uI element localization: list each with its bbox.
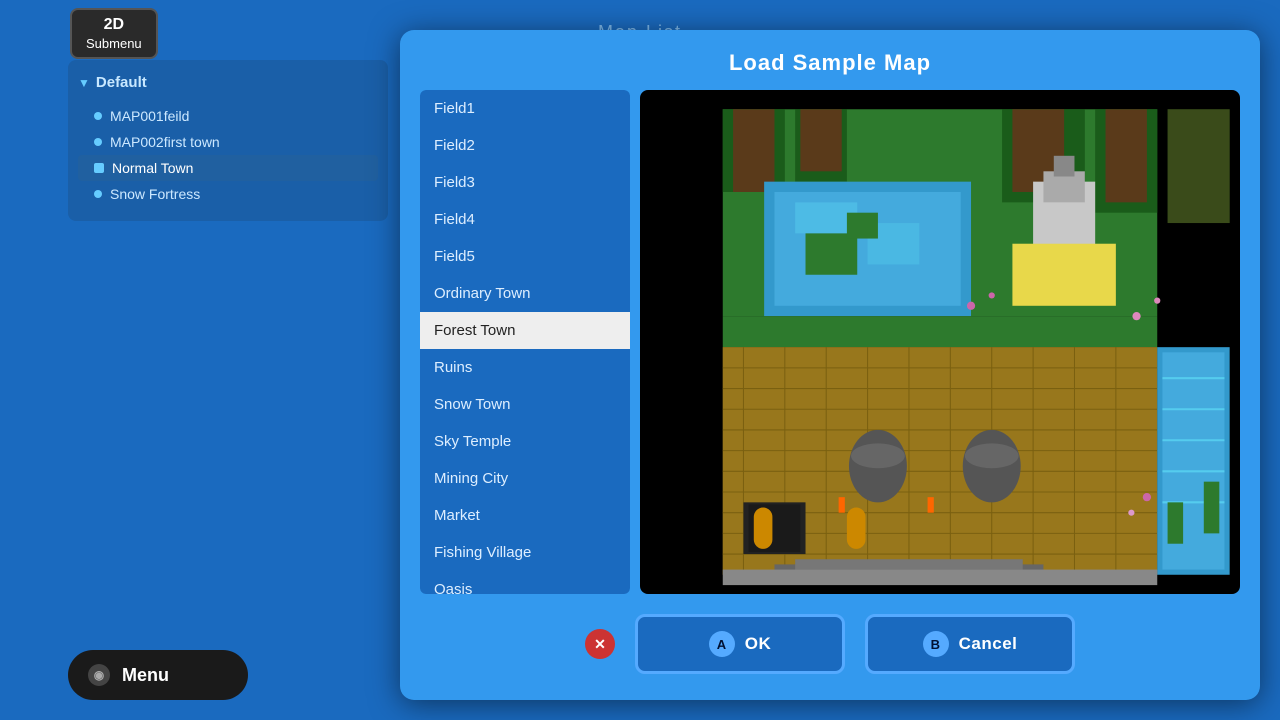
list-item-fishing-village[interactable]: Fishing Village (420, 534, 630, 571)
list-item-field5[interactable]: Field5 (420, 238, 630, 275)
sidebar: ▼ Default MAP001feild MAP002first town N… (68, 60, 388, 221)
list-item-ordinary-town[interactable]: Ordinary Town (420, 275, 630, 312)
2d-icon: 2D (104, 16, 124, 34)
list-item-market[interactable]: Market (420, 497, 630, 534)
bullet-icon (94, 112, 102, 120)
map-preview-svg (640, 90, 1240, 594)
modal-footer: ✕ A OK B Cancel (420, 608, 1240, 680)
load-sample-map-dialog: Load Sample Map Field1Field2Field3Field4… (400, 30, 1260, 700)
sidebar-item-snow-fortress[interactable]: Snow Fortress (78, 181, 378, 207)
map-preview-panel (640, 90, 1240, 594)
list-item-mining-city[interactable]: Mining City (420, 460, 630, 497)
sidebar-item-normal-town[interactable]: Normal Town (78, 155, 378, 181)
cancel-badge: B (923, 631, 949, 657)
square-icon (94, 163, 104, 173)
list-item-ruins[interactable]: Ruins (420, 349, 630, 386)
sidebar-item-label: Normal Town (112, 160, 193, 176)
menu-circle-icon: ◉ (88, 664, 110, 686)
list-item-field2[interactable]: Field2 (420, 127, 630, 164)
menu-label: Menu (122, 665, 169, 686)
modal-title: Load Sample Map (420, 50, 1240, 76)
list-item-snow-town[interactable]: Snow Town (420, 386, 630, 423)
bullet-icon (94, 138, 102, 146)
list-item-field4[interactable]: Field4 (420, 201, 630, 238)
ok-button[interactable]: A OK (635, 614, 845, 674)
list-item-field1[interactable]: Field1 (420, 90, 630, 127)
sidebar-item-label: MAP002first town (110, 134, 220, 150)
submenu-button[interactable]: 2D Submenu (70, 8, 158, 59)
submenu-label: Submenu (86, 36, 142, 51)
ok-label: OK (745, 634, 772, 654)
list-item-sky-temple[interactable]: Sky Temple (420, 423, 630, 460)
close-button[interactable]: ✕ (585, 629, 615, 659)
sidebar-group-label: Default (96, 74, 147, 91)
ok-badge: A (709, 631, 735, 657)
list-item-forest-town[interactable]: Forest Town (420, 312, 630, 349)
list-item-oasis[interactable]: Oasis (420, 571, 630, 594)
sidebar-item-map001[interactable]: MAP001feild (78, 103, 378, 129)
modal-body: Field1Field2Field3Field4Field5Ordinary T… (420, 90, 1240, 594)
map-list-scroll[interactable]: Field1Field2Field3Field4Field5Ordinary T… (420, 90, 630, 594)
menu-button[interactable]: ◉ Menu (68, 650, 248, 700)
sidebar-group-title: ▼ Default (78, 74, 378, 91)
cancel-label: Cancel (959, 634, 1018, 654)
sidebar-item-label: Snow Fortress (110, 186, 200, 202)
list-item-field3[interactable]: Field3 (420, 164, 630, 201)
bullet-icon (94, 190, 102, 198)
sidebar-item-label: MAP001feild (110, 108, 189, 124)
sidebar-item-map002[interactable]: MAP002first town (78, 129, 378, 155)
cancel-button[interactable]: B Cancel (865, 614, 1075, 674)
map-list-panel: Field1Field2Field3Field4Field5Ordinary T… (420, 90, 630, 594)
arrow-icon: ▼ (78, 76, 90, 90)
